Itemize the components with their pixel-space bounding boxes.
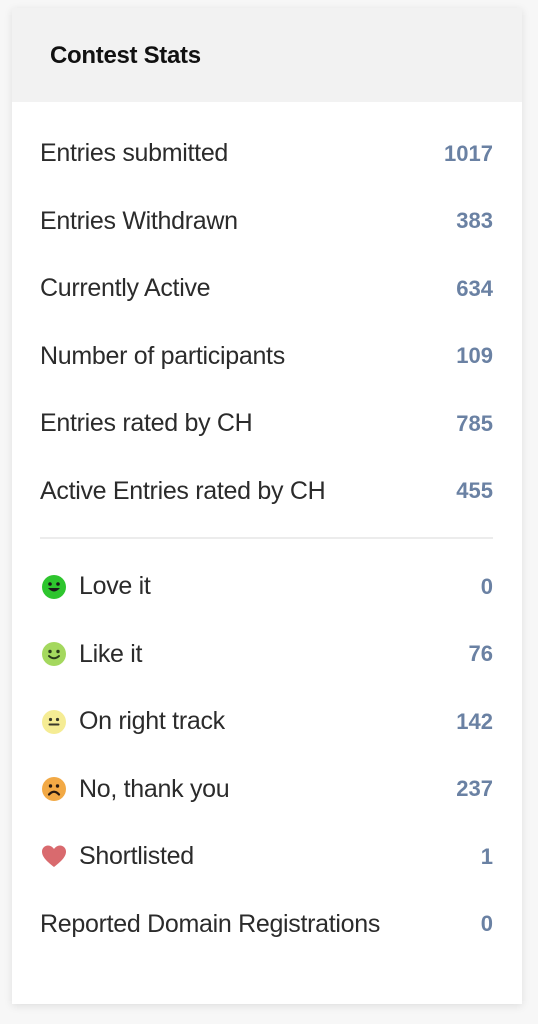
rating-row-love-it: Love it 0 <box>40 553 493 621</box>
stat-label: Entries Withdrawn <box>40 206 238 235</box>
no-thank-you-face-icon <box>41 776 67 802</box>
rating-row-on-right-track: On right track 142 <box>40 688 493 756</box>
like-it-face-icon <box>41 641 67 667</box>
rating-row-no-thank-you: No, thank you 237 <box>40 756 493 824</box>
contest-stats-card: Contest Stats Entries submitted 1017 Ent… <box>12 8 522 1004</box>
stat-label: Entries rated by CH <box>40 409 253 438</box>
rating-value: 237 <box>456 776 493 802</box>
section-divider <box>40 537 493 539</box>
stat-row-entries-withdrawn: Entries Withdrawn 383 <box>40 188 493 256</box>
stat-label: Entries submitted <box>40 139 229 168</box>
card-body: Entries submitted 1017 Entries Withdrawn… <box>12 102 522 958</box>
stat-value: 0 <box>480 911 493 937</box>
stat-row-currently-active: Currently Active 634 <box>40 255 493 323</box>
rating-value: 76 <box>468 641 493 667</box>
rating-label: Shortlisted <box>79 842 194 871</box>
rating-label: Like it <box>79 639 143 668</box>
on-right-track-face-icon <box>41 709 67 735</box>
stat-value: 383 <box>456 208 493 234</box>
love-it-face-icon <box>41 574 67 600</box>
stat-label: Number of participants <box>40 341 285 370</box>
stats-list: Entries submitted 1017 Entries Withdrawn… <box>40 102 493 525</box>
rating-value: 0 <box>480 573 493 599</box>
rating-value: 1 <box>480 843 493 869</box>
rating-value: 142 <box>456 708 493 734</box>
rating-label: Love it <box>79 572 151 601</box>
heart-icon <box>41 844 67 870</box>
stat-label: Reported Domain Registrations <box>40 909 381 938</box>
stat-row-reported-domain-registrations: Reported Domain Registrations 0 <box>40 891 493 959</box>
stat-value: 455 <box>456 478 493 504</box>
rating-label: On right track <box>79 707 225 736</box>
stat-label: Currently Active <box>40 274 211 303</box>
stat-value: 1017 <box>444 140 493 166</box>
card-title: Contest Stats <box>50 42 201 69</box>
stat-value: 785 <box>456 410 493 436</box>
stat-row-number-of-participants: Number of participants 109 <box>40 323 493 391</box>
stat-row-entries-rated-by-ch: Entries rated by CH 785 <box>40 390 493 458</box>
rating-row-like-it: Like it 76 <box>40 621 493 689</box>
stat-value: 634 <box>456 275 493 301</box>
rating-label: No, thank you <box>79 774 230 803</box>
card-header: Contest Stats <box>12 8 522 102</box>
stat-row-entries-submitted: Entries submitted 1017 <box>40 120 493 188</box>
stat-row-active-entries-rated-by-ch: Active Entries rated by CH 455 <box>40 458 493 526</box>
ratings-list: Love it 0 Like it 76 On right track 142 … <box>40 553 493 958</box>
stat-value: 109 <box>456 343 493 369</box>
rating-row-shortlisted: Shortlisted 1 <box>40 823 493 891</box>
stat-label: Active Entries rated by CH <box>40 476 326 505</box>
